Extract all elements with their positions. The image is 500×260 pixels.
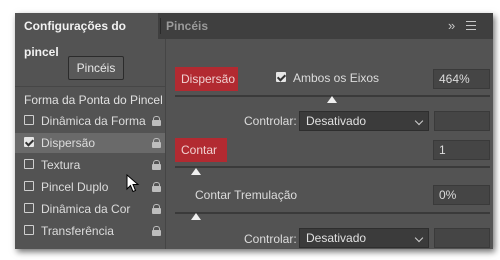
- mouse-cursor-icon: [126, 174, 140, 193]
- control-select-value: Desativado: [306, 231, 367, 245]
- brush-settings-panel: Configurações do pincel Pincéis » Pincéi…: [15, 13, 493, 249]
- list-item-scattering[interactable]: Dispersão: [15, 133, 165, 153]
- item-label: Pincel Duplo: [41, 180, 109, 194]
- checkbox[interactable]: [24, 115, 34, 125]
- divider: [15, 86, 165, 87]
- count-jitter-slider-thumb[interactable]: [191, 213, 201, 220]
- control-select[interactable]: Desativado: [299, 228, 429, 248]
- scatter-slider-thumb[interactable]: [327, 96, 337, 103]
- list-item-dual-brush[interactable]: Pincel Duplo: [15, 177, 165, 197]
- item-label: Transferência: [41, 224, 114, 238]
- count-jitter-label: Contar Tremulação: [195, 188, 298, 202]
- count-jitter-slider-track[interactable]: [175, 212, 490, 214]
- brushes-button[interactable]: Pincéis: [68, 56, 124, 80]
- brush-options-list: Pincéis Forma da Ponta do Pincel Dinâmic…: [15, 39, 165, 249]
- control-select-value: Desativado: [306, 114, 367, 128]
- control-value-field[interactable]: [434, 111, 490, 131]
- chevron-down-icon: [414, 233, 424, 243]
- control-value-field[interactable]: [434, 228, 490, 248]
- tab-separator: [160, 18, 161, 34]
- brush-tip-shape-item[interactable]: Forma da Ponta do Pincel: [24, 93, 163, 107]
- both-axes-label: Ambos os Eixos: [293, 71, 380, 85]
- chevron-down-icon: [414, 116, 424, 126]
- list-item-color-dynamics[interactable]: Dinâmica da Cor: [15, 199, 165, 219]
- lock-icon[interactable]: [152, 116, 161, 126]
- count-label: Contar: [175, 138, 227, 162]
- count-slider-thumb[interactable]: [191, 168, 201, 175]
- item-label: Dispersão: [41, 136, 96, 150]
- list-item-transfer[interactable]: Transferência: [15, 221, 165, 241]
- lock-icon[interactable]: [152, 204, 161, 214]
- checkbox[interactable]: [24, 225, 34, 235]
- item-label: Textura: [41, 158, 81, 172]
- tab-bar: Configurações do pincel Pincéis »: [15, 13, 493, 59]
- lock-icon[interactable]: [152, 160, 161, 170]
- item-label: Dinâmica da Cor: [41, 202, 131, 216]
- tab-brush-settings[interactable]: Configurações do pincel: [15, 13, 158, 59]
- checkbox[interactable]: [24, 203, 34, 213]
- both-axes-checkbox[interactable]: [276, 72, 286, 82]
- checkbox[interactable]: [24, 159, 34, 169]
- item-label: Dinâmica da Forma: [41, 114, 146, 128]
- count-slider-track[interactable]: [175, 166, 490, 168]
- control-label: Controlar:: [244, 114, 297, 128]
- control-select[interactable]: Desativado: [299, 111, 429, 131]
- double-chevron-right-icon[interactable]: »: [448, 13, 455, 39]
- list-item-texture[interactable]: Textura: [15, 155, 165, 175]
- checkbox-checked[interactable]: [24, 137, 34, 147]
- lock-icon[interactable]: [152, 182, 161, 192]
- tab-brushes[interactable]: Pincéis: [166, 13, 208, 39]
- list-item-shape-dynamics[interactable]: Dinâmica da Forma: [15, 111, 165, 131]
- count-jitter-value-field[interactable]: 0%: [433, 185, 490, 205]
- checkbox[interactable]: [24, 181, 34, 191]
- lock-icon[interactable]: [152, 138, 161, 148]
- hamburger-menu-icon[interactable]: [466, 21, 476, 31]
- control-label: Controlar:: [244, 232, 297, 246]
- scatter-label: Dispersão: [175, 67, 238, 91]
- scattering-options: Dispersão Ambos os Eixos 464% Controlar:…: [166, 39, 493, 249]
- count-value-field[interactable]: 1: [433, 140, 490, 160]
- scatter-value-field[interactable]: 464%: [433, 69, 490, 89]
- lock-icon[interactable]: [152, 226, 161, 236]
